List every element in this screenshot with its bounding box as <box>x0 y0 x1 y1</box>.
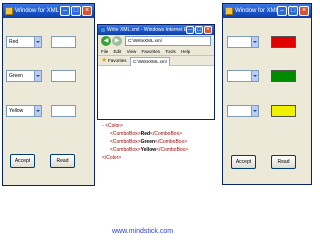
accept-button[interactable]: Accept <box>10 154 35 168</box>
xml-item-line: <ComboBox>Red</ComboBox> <box>102 130 188 138</box>
tab-writexml[interactable]: C:\WriteXML.xml <box>130 57 170 66</box>
chevron-down-icon[interactable] <box>34 37 41 47</box>
xml-tag: <Color> <box>105 123 123 129</box>
chevron-down-icon[interactable] <box>251 71 258 81</box>
xml-tag: </ComboBox> <box>156 147 189 153</box>
menu-item-tools[interactable]: Tools <box>165 49 176 54</box>
xml-tag: <ComboBox> <box>110 131 141 137</box>
favorites-bar: ★ Favorites C:\WriteXML.xml <box>98 56 214 66</box>
combo-value: Green <box>9 73 23 79</box>
left-form-titlebar: Window for XML – □ × <box>3 4 94 18</box>
xml-value: Red <box>140 131 151 137</box>
left-form-title: Window for XML <box>15 8 60 14</box>
left-form-window: Window for XML – □ × Red Green Yellow Ac… <box>2 3 95 186</box>
xml-tag: </ComboBox> <box>150 131 182 137</box>
text-box-2[interactable] <box>51 70 76 82</box>
xml-value: Green <box>140 139 156 145</box>
xml-tag: </Color> <box>102 155 122 161</box>
minimize-button[interactable]: – <box>277 6 287 16</box>
text-box-1[interactable] <box>51 36 76 48</box>
color-swatch-red <box>271 36 296 48</box>
menu-item-help[interactable]: Help <box>181 49 190 54</box>
site-url-caption[interactable]: www.mindstick.com <box>112 228 173 235</box>
menu-item-favorites[interactable]: Favorites <box>142 49 161 54</box>
combo-value: Red <box>9 39 19 45</box>
chevron-down-icon[interactable] <box>251 37 258 47</box>
chevron-down-icon[interactable] <box>34 106 41 116</box>
address-bar[interactable]: C:\WriteXML.xml <box>125 36 211 46</box>
browser-titlebar: Write XML.xml - Windows Internet Explore… <box>98 25 214 35</box>
color-swatch-yellow <box>271 105 296 117</box>
xml-root-open-line: - <Color> <box>102 122 188 130</box>
right-form-window: Window for XML – □ × Accept Read <box>222 3 312 185</box>
color-combo-2[interactable] <box>227 70 259 82</box>
xml-value: Yellow <box>140 147 157 153</box>
read-button[interactable]: Read <box>50 154 75 168</box>
close-button[interactable]: × <box>82 6 92 16</box>
close-button[interactable]: × <box>204 26 212 34</box>
forward-arrow-icon[interactable]: ▶ <box>112 36 122 46</box>
back-arrow-icon[interactable]: ◀ <box>101 36 111 46</box>
app-icon <box>5 7 13 15</box>
close-button[interactable]: × <box>299 6 309 16</box>
color-combo-2[interactable]: Green <box>6 70 42 82</box>
browser-window: Write XML.xml - Windows Internet Explore… <box>97 24 215 120</box>
screenshot-stage: Window for XML – □ × Red Green Yellow Ac… <box>0 0 320 250</box>
right-form-title: Window for XML <box>235 8 280 14</box>
menu-bar: File Edit View Favorites Tools Help <box>98 47 214 56</box>
color-combo-1[interactable] <box>227 36 259 48</box>
xml-content: - <Color> <ComboBox>Red</ComboBox> <Comb… <box>102 122 188 162</box>
app-icon <box>225 7 233 15</box>
xml-root-close-line: </Color> <box>102 154 188 162</box>
accept-button[interactable]: Accept <box>231 155 256 169</box>
text-box-3[interactable] <box>51 105 76 117</box>
menu-item-view[interactable]: View <box>127 49 137 54</box>
color-swatch-green <box>271 70 296 82</box>
minimize-button[interactable]: – <box>60 6 70 16</box>
combo-value: Yellow <box>9 108 24 114</box>
minimize-button[interactable]: – <box>186 26 194 34</box>
maximize-button[interactable]: □ <box>71 6 81 16</box>
chevron-down-icon[interactable] <box>251 106 258 116</box>
menu-item-file[interactable]: File <box>101 49 108 54</box>
favorites-label[interactable]: Favorites <box>108 57 127 65</box>
right-form-titlebar: Window for XML – □ × <box>223 4 311 18</box>
color-combo-1[interactable]: Red <box>6 36 42 48</box>
ie-icon <box>100 27 106 33</box>
chevron-down-icon[interactable] <box>34 71 41 81</box>
address-row: ◀ ▶ C:\WriteXML.xml <box>98 35 214 47</box>
color-combo-3[interactable]: Yellow <box>6 105 42 117</box>
xml-item-line: <ComboBox>Yellow</ComboBox> <box>102 146 188 154</box>
color-combo-3[interactable] <box>227 105 259 117</box>
xml-tag: <ComboBox> <box>110 147 141 153</box>
xml-tag: <ComboBox> <box>110 139 141 145</box>
menu-item-edit[interactable]: Edit <box>114 49 122 54</box>
maximize-button[interactable]: □ <box>288 6 298 16</box>
star-icon[interactable]: ★ <box>101 57 107 65</box>
xml-item-line: <ComboBox>Green</ComboBox> <box>102 138 188 146</box>
read-button[interactable]: Read <box>271 155 296 169</box>
maximize-button[interactable]: □ <box>195 26 203 34</box>
xml-tag: </ComboBox> <box>155 139 187 145</box>
